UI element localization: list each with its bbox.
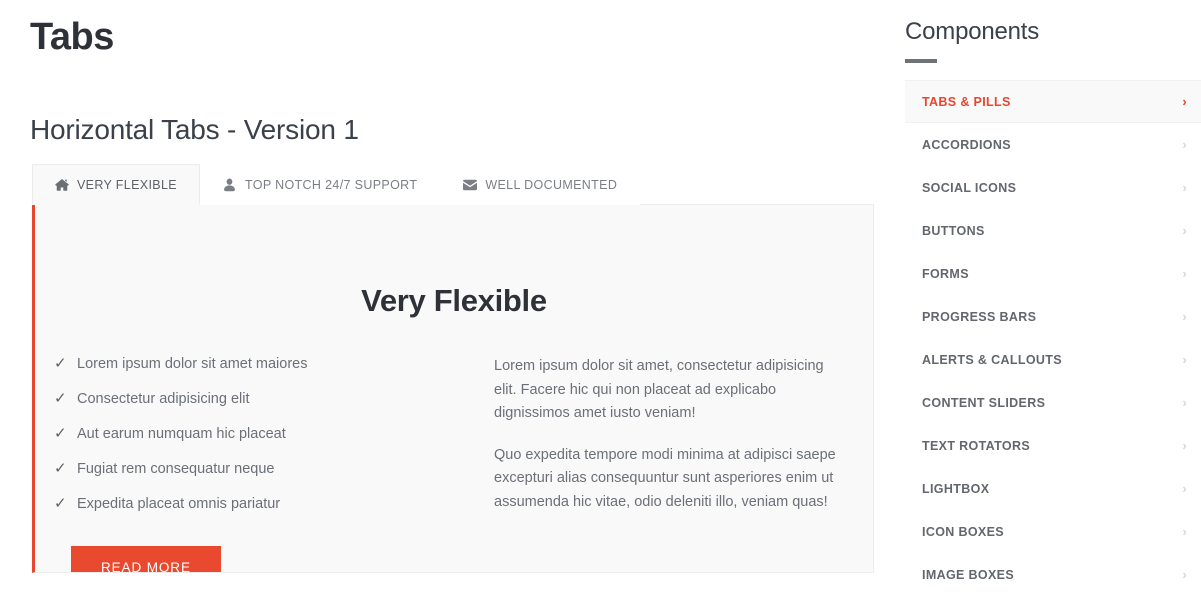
envelope-icon xyxy=(463,178,478,192)
tab-bar: VERY FLEXIBLE TOP NOTCH 24/7 SUPPORT WEL… xyxy=(32,164,874,205)
check-icon: ✓ xyxy=(54,355,67,372)
chevron-right-icon: › xyxy=(1182,137,1187,152)
list-item: ✓ Consectetur adipisicing elit xyxy=(51,390,488,408)
feature-check-list: ✓ Lorem ipsum dolor sit amet maiores ✓ C… xyxy=(51,355,488,513)
tab-label: WELL DOCUMENTED xyxy=(485,178,618,192)
chevron-right-icon: › xyxy=(1182,438,1187,453)
section-title: Horizontal Tabs - Version 1 xyxy=(30,114,359,145)
list-item-label: Consectetur adipisicing elit xyxy=(77,391,250,407)
list-item: ✓ Lorem ipsum dolor sit amet maiores xyxy=(51,355,488,373)
chevron-right-icon: › xyxy=(1182,481,1187,496)
sidebar-item-label: CONTENT SLIDERS xyxy=(922,395,1046,410)
tab-top-notch-support[interactable]: TOP NOTCH 24/7 SUPPORT xyxy=(199,164,441,205)
sidebar-item-label: LIGHTBOX xyxy=(922,481,990,496)
main-content-column: Tabs Horizontal Tabs - Version 1 VERY FL… xyxy=(0,0,895,614)
sidebar-item-tabs-pills[interactable]: TABS & PILLS › xyxy=(905,80,1201,123)
sidebar-title: Components xyxy=(905,18,1040,45)
panel-paragraph-2: Quo expedita tempore modi minima at adip… xyxy=(494,446,836,510)
page-root: Tabs Horizontal Tabs - Version 1 VERY FL… xyxy=(0,0,1201,614)
page-title: Tabs xyxy=(30,16,114,58)
sidebar-item-alerts-callouts[interactable]: ALERTS & CALLOUTS › xyxy=(905,338,1201,381)
chevron-right-icon: › xyxy=(1182,180,1187,195)
list-item-label: Lorem ipsum dolor sit amet maiores xyxy=(77,356,308,372)
chevron-right-icon: › xyxy=(1182,567,1187,582)
tab-label: VERY FLEXIBLE xyxy=(77,177,177,192)
sidebar-nav: TABS & PILLS › ACCORDIONS › SOCIAL ICONS… xyxy=(905,80,1201,596)
sidebar-item-image-boxes[interactable]: IMAGE BOXES › xyxy=(905,553,1201,596)
panel-paragraph-1: Lorem ipsum dolor sit amet, consectetur … xyxy=(494,358,824,421)
sidebar-item-icon-boxes[interactable]: ICON BOXES › xyxy=(905,510,1201,553)
sidebar-item-progress-bars[interactable]: PROGRESS BARS › xyxy=(905,295,1201,338)
panel-columns: ✓ Lorem ipsum dolor sit amet maiores ✓ C… xyxy=(35,355,873,572)
read-more-button[interactable]: READ MORE xyxy=(71,546,221,572)
sidebar-item-label: FORMS xyxy=(922,266,969,281)
sidebar-item-label: ALERTS & CALLOUTS xyxy=(922,352,1062,367)
list-item: ✓ Fugiat rem consequatur neque xyxy=(51,460,488,478)
chevron-right-icon: › xyxy=(1182,309,1187,324)
list-item-label: Fugiat rem consequatur neque xyxy=(77,461,275,477)
list-item: ✓ Expedita placeat omnis pariatur xyxy=(51,495,488,513)
chevron-right-icon: › xyxy=(1182,352,1187,367)
list-item-label: Expedita placeat omnis pariatur xyxy=(77,496,281,512)
home-icon xyxy=(55,178,69,192)
tab-well-documented[interactable]: WELL DOCUMENTED xyxy=(440,164,641,205)
sidebar-item-label: TEXT ROTATORS xyxy=(922,438,1031,453)
panel-heading: Very Flexible xyxy=(361,283,547,318)
check-icon: ✓ xyxy=(54,425,67,442)
chevron-right-icon: › xyxy=(1182,94,1187,109)
panel-left-column: ✓ Lorem ipsum dolor sit amet maiores ✓ C… xyxy=(51,355,488,572)
tab-label: TOP NOTCH 24/7 SUPPORT xyxy=(244,178,418,192)
sidebar-item-text-rotators[interactable]: TEXT ROTATORS › xyxy=(905,424,1201,467)
chevron-right-icon: › xyxy=(1182,524,1187,539)
sidebar-item-buttons[interactable]: BUTTONS › xyxy=(905,209,1201,252)
sidebar-item-label: BUTTONS xyxy=(922,223,985,238)
check-icon: ✓ xyxy=(54,495,67,512)
list-item-label: Aut earum numquam hic placeat xyxy=(77,426,286,442)
tab-very-flexible[interactable]: VERY FLEXIBLE xyxy=(32,164,200,205)
sidebar-item-social-icons[interactable]: SOCIAL ICONS › xyxy=(905,166,1201,209)
user-icon xyxy=(223,178,237,192)
sidebar-item-label: SOCIAL ICONS xyxy=(922,180,1017,195)
sidebar-title-rule xyxy=(905,59,937,63)
sidebar-item-forms[interactable]: FORMS › xyxy=(905,252,1201,295)
sidebar-item-content-sliders[interactable]: CONTENT SLIDERS › xyxy=(905,381,1201,424)
chevron-right-icon: › xyxy=(1182,266,1187,281)
chevron-right-icon: › xyxy=(1182,223,1187,238)
panel-right-column: Lorem ipsum dolor sit amet, consectetur … xyxy=(488,355,845,572)
check-icon: ✓ xyxy=(54,390,67,407)
sidebar-item-label: TABS & PILLS xyxy=(922,94,1011,109)
sidebar-item-label: ICON BOXES xyxy=(922,524,1004,539)
chevron-right-icon: › xyxy=(1182,395,1187,410)
sidebar-item-accordions[interactable]: ACCORDIONS › xyxy=(905,123,1201,166)
check-icon: ✓ xyxy=(54,460,67,477)
sidebar-item-label: ACCORDIONS xyxy=(922,137,1011,152)
sidebar-item-label: IMAGE BOXES xyxy=(922,567,1015,582)
tabs-widget: VERY FLEXIBLE TOP NOTCH 24/7 SUPPORT WEL… xyxy=(32,164,874,573)
sidebar-item-lightbox[interactable]: LIGHTBOX › xyxy=(905,467,1201,510)
tab-panel-very-flexible: Very Flexible ✓ Lorem ipsum dolor sit am… xyxy=(32,205,874,573)
sidebar-item-label: PROGRESS BARS xyxy=(922,309,1037,324)
components-sidebar: Components TABS & PILLS › ACCORDIONS › S… xyxy=(905,0,1201,614)
list-item: ✓ Aut earum numquam hic placeat xyxy=(51,425,488,443)
